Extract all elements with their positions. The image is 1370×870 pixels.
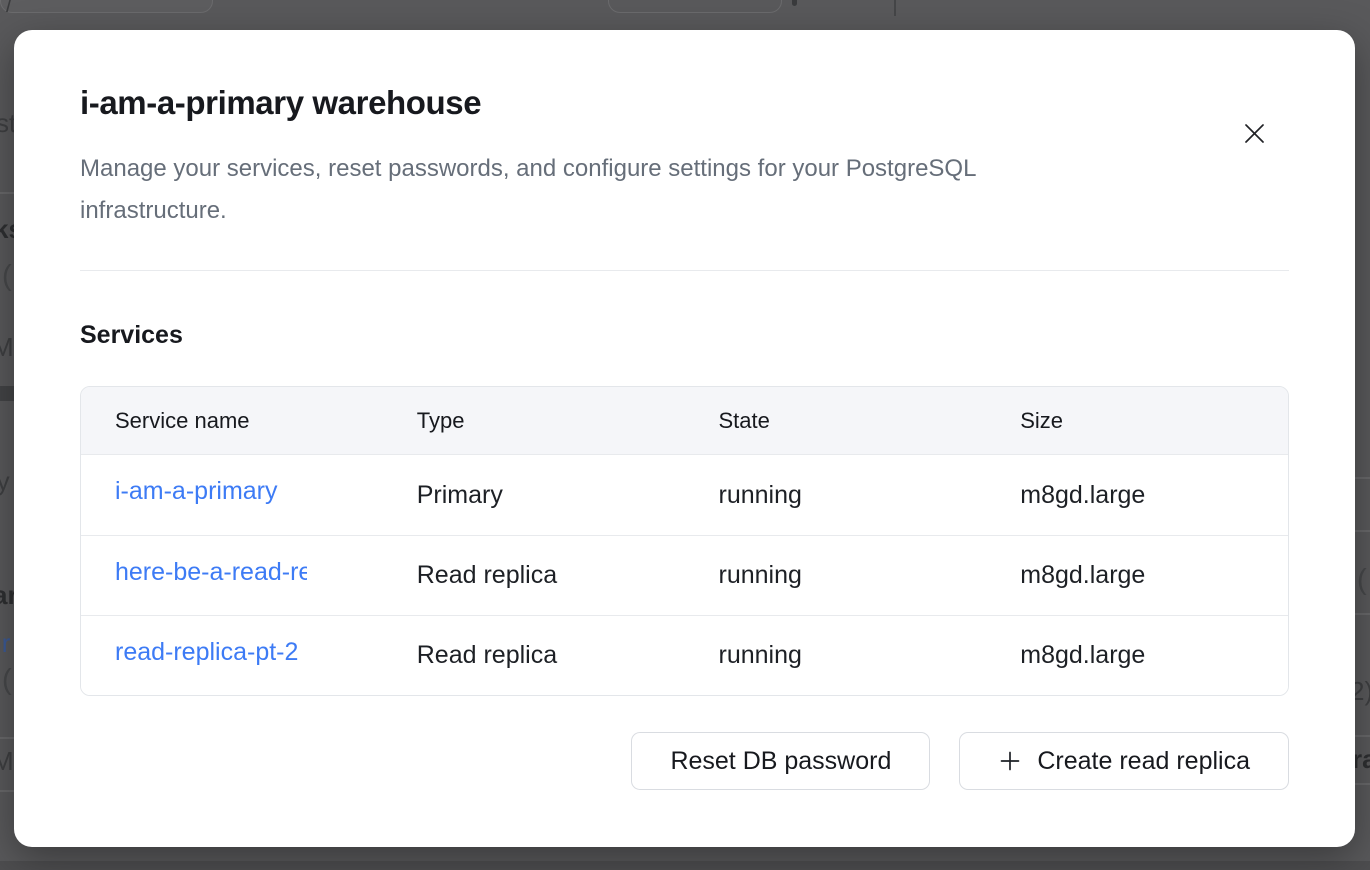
close-icon (1241, 120, 1268, 147)
backdrop-divider (894, 0, 896, 16)
table-row: read-replica-pt-2 Read replica running m… (81, 615, 1288, 695)
service-management-dialog: i-am-a-primary warehouse Manage your ser… (14, 30, 1355, 847)
column-header-state: State (685, 408, 987, 434)
plus-icon (998, 749, 1022, 773)
backdrop-text-fragment: / (6, 0, 12, 18)
backdrop-dot (792, 0, 797, 6)
create-read-replica-label: Create read replica (1037, 747, 1250, 776)
table-header-row: Service name Type State Size (81, 387, 1288, 455)
backdrop-text-fragment: ( (1357, 564, 1367, 597)
dialog-description: Manage your services, reset passwords, a… (80, 148, 1289, 232)
service-name-link[interactable]: read-replica-pt-2 (115, 638, 298, 667)
service-type-cell: Read replica (383, 641, 685, 670)
service-size-cell: m8gd.large (986, 481, 1288, 510)
dialog-title: i-am-a-primary warehouse (80, 84, 1289, 122)
table-row: i-am-a-primary Primary running m8gd.larg… (81, 455, 1288, 535)
backdrop-text-fragment: ry (0, 466, 10, 497)
column-header-size: Size (986, 408, 1288, 434)
close-button[interactable] (1237, 116, 1271, 150)
service-state-cell: running (685, 641, 987, 670)
service-state-cell: running (685, 481, 987, 510)
services-table: Service name Type State Size i-am-a-prim… (80, 386, 1289, 696)
service-type-cell: Read replica (383, 561, 685, 590)
service-state-cell: running (685, 561, 987, 590)
column-header-type: Type (383, 408, 685, 434)
table-row: here-be-a-read-re Read replica running m… (81, 535, 1288, 615)
service-size-cell: m8gd.large (986, 561, 1288, 590)
backdrop-strip (0, 861, 1370, 870)
backdrop-text-fragment: ( (2, 664, 12, 697)
backdrop-text-fragment: ( (2, 260, 12, 293)
service-type-cell: Primary (383, 481, 685, 510)
backdrop-tab (608, 0, 782, 13)
service-name-link[interactable]: here-be-a-read-re (115, 558, 307, 587)
create-read-replica-button[interactable]: Create read replica (959, 732, 1289, 790)
service-size-cell: m8gd.large (986, 641, 1288, 670)
reset-db-password-label: Reset DB password (670, 747, 891, 776)
backdrop-tab (0, 0, 213, 13)
dialog-actions: Reset DB password Create read replica (80, 732, 1289, 790)
column-header-service-name: Service name (81, 408, 383, 434)
dialog-description-line2: infrastructure. (80, 197, 227, 224)
service-name-link[interactable]: i-am-a-primary (115, 477, 278, 506)
reset-db-password-button[interactable]: Reset DB password (631, 732, 930, 790)
section-divider (80, 270, 1289, 271)
services-heading: Services (80, 321, 1289, 350)
backdrop-text-fragment: ir (0, 628, 10, 659)
dialog-description-line1: Manage your services, reset passwords, a… (80, 155, 976, 182)
